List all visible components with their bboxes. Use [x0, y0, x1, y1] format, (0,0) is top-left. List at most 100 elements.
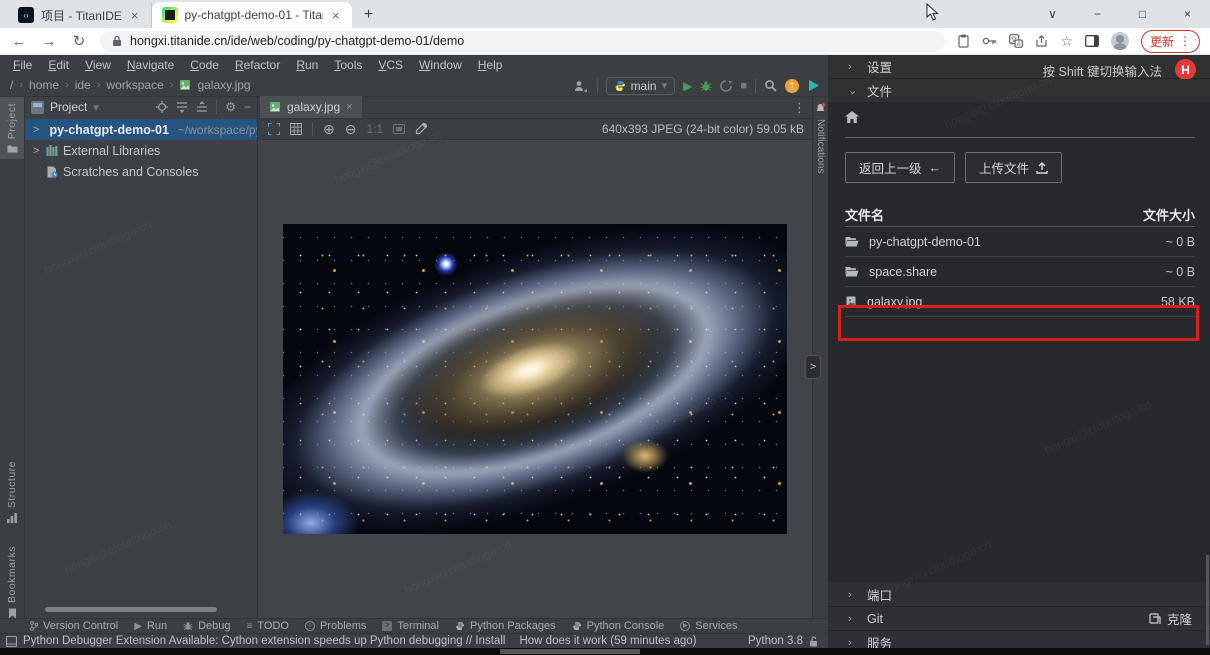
browser-tab-project[interactable]: ‹› 项目 - TitanIDE × [8, 2, 152, 28]
browser-profile-avatar[interactable] [1111, 32, 1129, 50]
chevron-down-icon[interactable]: ▾ [93, 101, 99, 114]
grid-icon[interactable] [290, 123, 302, 135]
unlock-icon[interactable] [809, 636, 818, 647]
translate-icon[interactable]: 文A [1009, 34, 1023, 48]
menu-window[interactable]: Window [412, 58, 469, 72]
coverage-button[interactable] [720, 80, 732, 92]
stripe-tab-bookmarks[interactable]: Bookmarks [0, 540, 24, 625]
project-hscrollbar[interactable] [45, 607, 217, 612]
table-row-highlighted[interactable]: galaxy.jpg 58 KB [845, 287, 1195, 317]
browser-tab-active[interactable]: py-chatgpt-demo-01 - TitanID × [152, 2, 352, 28]
zoom-in-icon[interactable]: ⊕ [323, 121, 335, 138]
user-avatar[interactable]: H [1175, 59, 1196, 80]
python-interpreter[interactable]: Python 3.8 [748, 635, 803, 647]
menu-refactor[interactable]: Refactor [228, 58, 287, 72]
fit-image-icon[interactable] [393, 124, 405, 134]
search-everywhere-icon[interactable] [764, 79, 777, 92]
locate-file-icon[interactable] [156, 101, 168, 113]
window-menu-icon[interactable]: ∨ [1030, 0, 1075, 28]
reload-icon[interactable]: ↻ [70, 32, 88, 50]
menu-edit[interactable]: Edit [41, 58, 76, 72]
menu-run[interactable]: Run [289, 58, 325, 72]
back-parent-button[interactable]: 返回上一级 ← [845, 152, 955, 183]
section-git[interactable]: › Git 克隆 [828, 607, 1210, 631]
tree-row-project-root[interactable]: > py-chatgpt-demo-01 ~/workspace/py-ch [25, 119, 257, 140]
hide-panel-icon[interactable]: − [244, 100, 251, 114]
tab-close-icon[interactable]: × [129, 8, 141, 23]
tree-row-scratches[interactable]: Scratches and Consoles [25, 161, 257, 182]
panel-scrollbar[interactable] [1206, 555, 1209, 645]
toolwindow-problems[interactable]: ! Problems [305, 620, 366, 632]
stripe-tab-project[interactable]: Project [0, 97, 24, 159]
zoom-out-icon[interactable]: ⊖ [345, 121, 357, 138]
section-files[interactable]: ⌄ 文件 [828, 79, 1210, 103]
tree-chevron-icon[interactable]: > [33, 145, 41, 157]
toolwindow-run[interactable]: ▶ Run [134, 620, 167, 632]
run-button[interactable]: ▶ [683, 79, 692, 93]
url-bar[interactable]: hongxi.titanide.cn/ide/web/coding/py-cha… [100, 31, 945, 52]
share-icon[interactable] [1035, 35, 1048, 48]
toolwindow-version-control[interactable]: Version Control [30, 620, 118, 632]
breadcrumb-home[interactable]: home [29, 78, 59, 92]
settings-gear-icon[interactable]: ⚙ [225, 100, 236, 114]
users-icon[interactable] [573, 80, 589, 92]
zoom-to-fit-icon[interactable] [268, 123, 280, 135]
toolwindow-terminal[interactable]: > Terminal [382, 620, 439, 632]
toolwindow-python-packages[interactable]: Python Packages [455, 620, 556, 632]
editor-tab-menu-icon[interactable]: ⋮ [793, 100, 806, 116]
window-close-icon[interactable]: × [1165, 0, 1210, 28]
debug-button[interactable] [700, 80, 712, 92]
stripe-tab-notifications[interactable]: Notifications [813, 97, 828, 179]
upload-file-button[interactable]: 上传文件 [965, 152, 1062, 183]
toolwindow-python-console[interactable]: Python Console [572, 620, 665, 632]
toolwindow-toggle-icon[interactable] [6, 636, 17, 647]
menu-help[interactable]: Help [471, 58, 510, 72]
stop-button[interactable]: ■ [740, 80, 747, 92]
back-icon[interactable]: ← [10, 33, 28, 50]
breadcrumb-workspace[interactable]: workspace [106, 78, 163, 92]
editor-tab-galaxy[interactable]: galaxy.jpg × [260, 96, 362, 118]
menu-file[interactable]: File [6, 58, 39, 72]
password-key-icon[interactable] [982, 36, 997, 46]
run-config-selector[interactable]: main ▾ [606, 77, 676, 95]
table-row[interactable]: space.share ~ 0 B [845, 257, 1195, 287]
stripe-tab-structure[interactable]: Structure [0, 455, 24, 529]
window-maximize-icon[interactable]: □ [1120, 0, 1165, 28]
new-tab-button[interactable]: + [356, 2, 382, 28]
home-icon[interactable] [845, 111, 859, 123]
tree-row-external-libraries[interactable]: > External Libraries [25, 140, 257, 161]
toolwindow-services[interactable]: ▶ Services [680, 620, 737, 632]
galaxy-image[interactable] [283, 224, 787, 534]
window-minimize-icon[interactable]: − [1075, 0, 1120, 28]
git-clone-button[interactable]: 克隆 [1149, 609, 1192, 628]
project-panel-title[interactable]: Project [50, 100, 87, 114]
breadcrumb-root[interactable]: / [10, 78, 13, 92]
collapse-all-icon[interactable] [196, 101, 208, 113]
actual-size-button[interactable]: 1:1 [366, 122, 383, 136]
side-panel-icon[interactable] [1085, 35, 1099, 47]
breadcrumb-ide[interactable]: ide [75, 78, 91, 92]
menu-tools[interactable]: Tools [327, 58, 369, 72]
tab-close-icon[interactable]: × [346, 101, 352, 113]
status-message[interactable]: Python Debugger Extension Available: Cyt… [23, 635, 505, 647]
titan-gradient-icon[interactable] [807, 79, 820, 92]
panel-expand-chevron[interactable]: > [805, 355, 821, 379]
color-picker-icon[interactable] [415, 123, 427, 135]
menu-view[interactable]: View [78, 58, 118, 72]
browser-menu-kebab-icon[interactable]: ⋮ [1179, 34, 1191, 48]
expand-all-icon[interactable] [176, 101, 188, 113]
menu-code[interactable]: Code [183, 58, 226, 72]
forward-icon[interactable]: → [40, 33, 58, 50]
bookmark-star-icon[interactable]: ☆ [1060, 33, 1073, 50]
tree-chevron-icon[interactable]: > [33, 124, 39, 136]
save-page-icon[interactable] [957, 34, 970, 48]
menu-navigate[interactable]: Navigate [120, 58, 181, 72]
status-message-secondary[interactable]: How does it work (59 minutes ago) [519, 635, 696, 647]
update-available-icon[interactable]: ↑ [785, 79, 799, 93]
section-ports[interactable]: › 端口 [828, 583, 1210, 607]
chrome-update-button[interactable]: 更新 ⋮ [1141, 30, 1200, 53]
tab-close-icon[interactable]: × [330, 8, 342, 23]
toolwindow-debug[interactable]: Debug [183, 620, 230, 632]
table-row[interactable]: py-chatgpt-demo-01 ~ 0 B [845, 227, 1195, 257]
toolwindow-todo[interactable]: ≡ TODO [247, 620, 289, 632]
